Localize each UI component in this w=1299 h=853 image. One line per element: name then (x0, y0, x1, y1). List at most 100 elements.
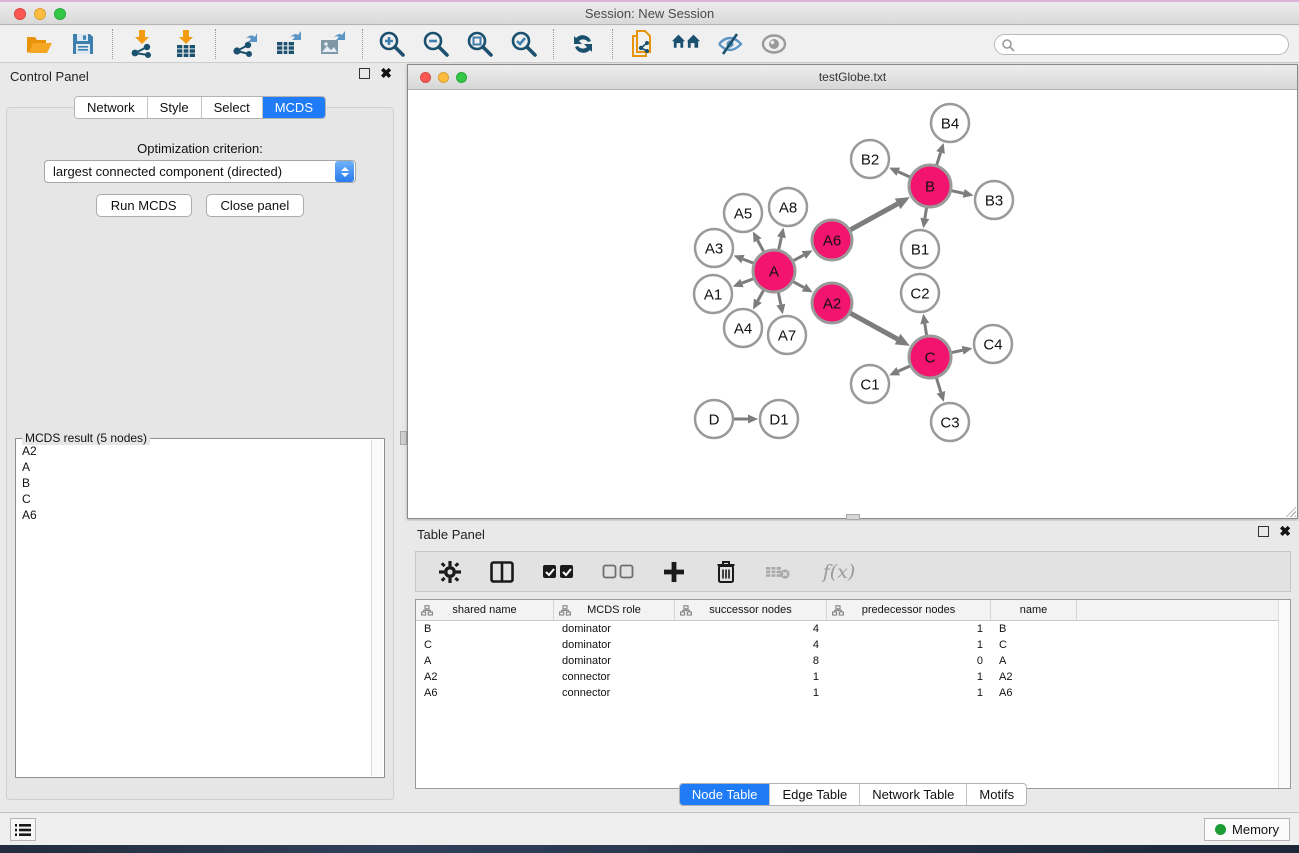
import-table-icon[interactable] (171, 29, 201, 59)
table-cell[interactable]: C (416, 639, 554, 651)
memory-button[interactable]: Memory (1204, 818, 1290, 841)
tab-mcds[interactable]: MCDS (263, 97, 325, 118)
network-canvas[interactable]: B4B2BB3A8A5A6B1A3AA1C2A2A4A7C4CC1C3DD1 (408, 90, 1297, 518)
table-cell[interactable]: 1 (827, 623, 991, 635)
table-cell[interactable]: 8 (675, 655, 827, 667)
table-cell[interactable]: A6 (416, 687, 554, 699)
tab-network[interactable]: Network (75, 97, 148, 118)
edge-B-B1[interactable] (925, 208, 927, 219)
zoom-selected-icon[interactable] (509, 29, 539, 59)
close-table-panel-icon[interactable]: ✖ (1279, 526, 1291, 537)
result-scrollbar[interactable] (371, 440, 383, 776)
table-cell[interactable]: connector (554, 671, 675, 683)
open-file-icon[interactable] (24, 29, 54, 59)
edge-A6-B[interactable] (850, 204, 897, 230)
table-row[interactable]: Adominator80A (416, 653, 1290, 669)
table-cell[interactable]: 1 (827, 671, 991, 683)
table-scrollbar[interactable] (1278, 600, 1290, 788)
search-input[interactable] (1015, 38, 1288, 52)
close-panel-button[interactable]: Close panel (206, 194, 305, 217)
zoom-in-icon[interactable] (377, 29, 407, 59)
result-item[interactable]: A6 (18, 507, 370, 523)
result-item[interactable]: A (18, 459, 370, 475)
edge-B-B2[interactable] (898, 172, 910, 177)
hide-selected-icon[interactable] (715, 29, 745, 59)
node-table[interactable]: shared nameMCDS rolesuccessor nodesprede… (415, 599, 1291, 789)
table-cell[interactable]: 4 (675, 639, 827, 651)
task-history-button[interactable] (10, 818, 36, 841)
delete-column-icon[interactable] (712, 558, 740, 586)
export-table-icon[interactable] (274, 29, 304, 59)
table-settings-gear-icon[interactable] (436, 558, 464, 586)
export-image-icon[interactable] (318, 29, 348, 59)
tab-node-table[interactable]: Node Table (680, 784, 771, 805)
vertical-splitter[interactable] (400, 63, 407, 812)
network-graph[interactable]: B4B2BB3A8A5A6B1A3AA1C2A2A4A7C4CC1C3DD1 (408, 90, 1297, 518)
edge-C-C2[interactable] (925, 324, 927, 336)
tab-edge-table[interactable]: Edge Table (770, 784, 860, 805)
table-cell[interactable]: dominator (554, 623, 675, 635)
show-all-icon[interactable] (759, 29, 789, 59)
table-cell[interactable]: A (991, 655, 1077, 667)
close-panel-icon[interactable]: ✖ (380, 68, 392, 79)
splitter-handle[interactable] (400, 431, 407, 445)
result-item[interactable]: C (18, 491, 370, 507)
refresh-icon[interactable] (568, 29, 598, 59)
table-row[interactable]: A6connector11A6 (416, 685, 1290, 701)
tab-motifs[interactable]: Motifs (967, 784, 1026, 805)
show-columns-icon[interactable] (488, 558, 516, 586)
run-mcds-button[interactable]: Run MCDS (96, 194, 192, 217)
mcds-result-list[interactable]: A2ABCA6 (18, 443, 370, 775)
edge-A-A8[interactable] (779, 237, 782, 249)
edge-C-C4[interactable] (952, 350, 963, 352)
edge-A-A3[interactable] (743, 259, 754, 263)
edge-C-C3[interactable] (936, 378, 940, 392)
edge-A-A4[interactable] (758, 290, 764, 300)
zoom-fit-icon[interactable] (465, 29, 495, 59)
edge-C-C1[interactable] (898, 366, 910, 371)
edge-B-B3[interactable] (951, 191, 963, 194)
save-session-icon[interactable] (68, 29, 98, 59)
table-row[interactable]: Cdominator41C (416, 637, 1290, 653)
tab-select[interactable]: Select (202, 97, 263, 118)
column-header-successor-nodes[interactable]: successor nodes (675, 600, 827, 620)
table-cell[interactable]: 4 (675, 623, 827, 635)
table-cell[interactable]: A (416, 655, 554, 667)
table-cell[interactable]: dominator (554, 655, 675, 667)
edge-A-A2[interactable] (793, 282, 804, 288)
tab-style[interactable]: Style (148, 97, 202, 118)
column-header-MCDS-role[interactable]: MCDS role (554, 600, 675, 620)
float-table-panel-icon[interactable] (1258, 526, 1269, 537)
table-cell[interactable]: dominator (554, 639, 675, 651)
result-item[interactable]: A2 (18, 443, 370, 459)
column-header-predecessor-nodes[interactable]: predecessor nodes (827, 600, 991, 620)
table-cell[interactable]: C (991, 639, 1077, 651)
edge-A2-C[interactable] (850, 313, 897, 339)
result-item[interactable]: B (18, 475, 370, 491)
horizontal-splitter-handle[interactable] (846, 514, 860, 520)
table-cell[interactable]: A2 (416, 671, 554, 683)
table-cell[interactable]: A6 (991, 687, 1077, 699)
import-network-icon[interactable] (127, 29, 157, 59)
column-edit-icon[interactable] (680, 605, 692, 616)
home-icon[interactable] (671, 29, 701, 59)
clone-network-icon[interactable] (627, 29, 657, 59)
column-edit-icon[interactable] (559, 605, 571, 616)
search-field[interactable] (994, 34, 1289, 55)
table-cell[interactable]: 1 (675, 687, 827, 699)
add-column-icon[interactable] (660, 558, 688, 586)
table-cell[interactable]: 1 (827, 639, 991, 651)
network-window-titlebar[interactable]: testGlobe.txt (408, 65, 1297, 90)
table-cell[interactable]: connector (554, 687, 675, 699)
table-cell[interactable]: 1 (675, 671, 827, 683)
column-edit-icon[interactable] (421, 605, 433, 616)
column-header-name[interactable]: name (991, 600, 1077, 620)
edge-B-B4[interactable] (937, 153, 941, 165)
deselect-all-icon[interactable] (600, 558, 636, 586)
edge-A-A7[interactable] (778, 293, 780, 305)
float-panel-icon[interactable] (359, 68, 370, 79)
table-row[interactable]: A2connector11A2 (416, 669, 1290, 685)
export-network-icon[interactable] (230, 29, 260, 59)
zoom-out-icon[interactable] (421, 29, 451, 59)
table-cell[interactable]: B (991, 623, 1077, 635)
